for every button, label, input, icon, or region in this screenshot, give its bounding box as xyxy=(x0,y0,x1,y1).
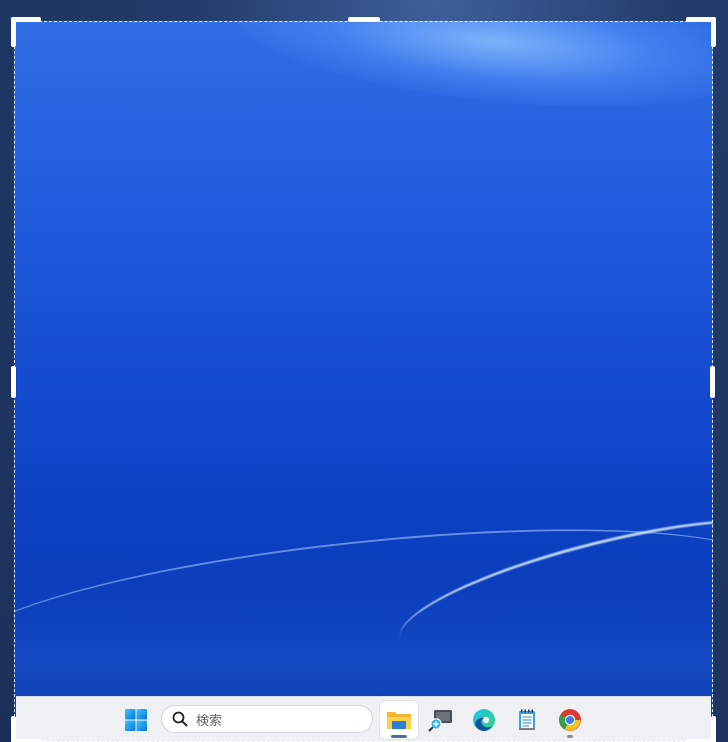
selection-handle-top-left[interactable] xyxy=(11,17,41,47)
edge-browser-button[interactable] xyxy=(465,701,503,739)
file-explorer-icon xyxy=(387,712,411,729)
selection-handle-left[interactable] xyxy=(11,366,16,398)
running-app-indicator xyxy=(567,735,573,738)
chrome-browser-icon xyxy=(559,709,581,731)
search-placeholder: 検索 xyxy=(196,713,223,729)
active-app-indicator xyxy=(391,735,407,738)
notepad-button[interactable] xyxy=(508,701,546,739)
notepad-icon xyxy=(519,709,535,730)
magnifier-app-icon xyxy=(428,710,452,732)
edge-browser-icon xyxy=(473,709,495,731)
magnifier-app-button[interactable] xyxy=(422,701,460,739)
chrome-browser-button[interactable] xyxy=(551,701,589,739)
wallpaper-glow xyxy=(229,21,713,128)
screen: 検索 xyxy=(0,0,728,742)
start-button[interactable] xyxy=(117,701,155,739)
taskbar: 検索 xyxy=(16,696,711,742)
desktop-wallpaper xyxy=(14,21,713,742)
selection-handle-right[interactable] xyxy=(710,366,715,398)
windows-start-icon xyxy=(125,709,147,731)
selection-handle-top[interactable] xyxy=(348,17,380,22)
taskbar-search-box[interactable]: 検索 xyxy=(161,705,373,733)
file-explorer-button[interactable] xyxy=(380,701,418,739)
search-icon xyxy=(172,711,188,727)
selection-handle-top-right[interactable] xyxy=(686,17,716,47)
selection-handle-bottom-left[interactable] xyxy=(11,714,41,742)
selection-handle-bottom-right[interactable] xyxy=(686,714,716,742)
